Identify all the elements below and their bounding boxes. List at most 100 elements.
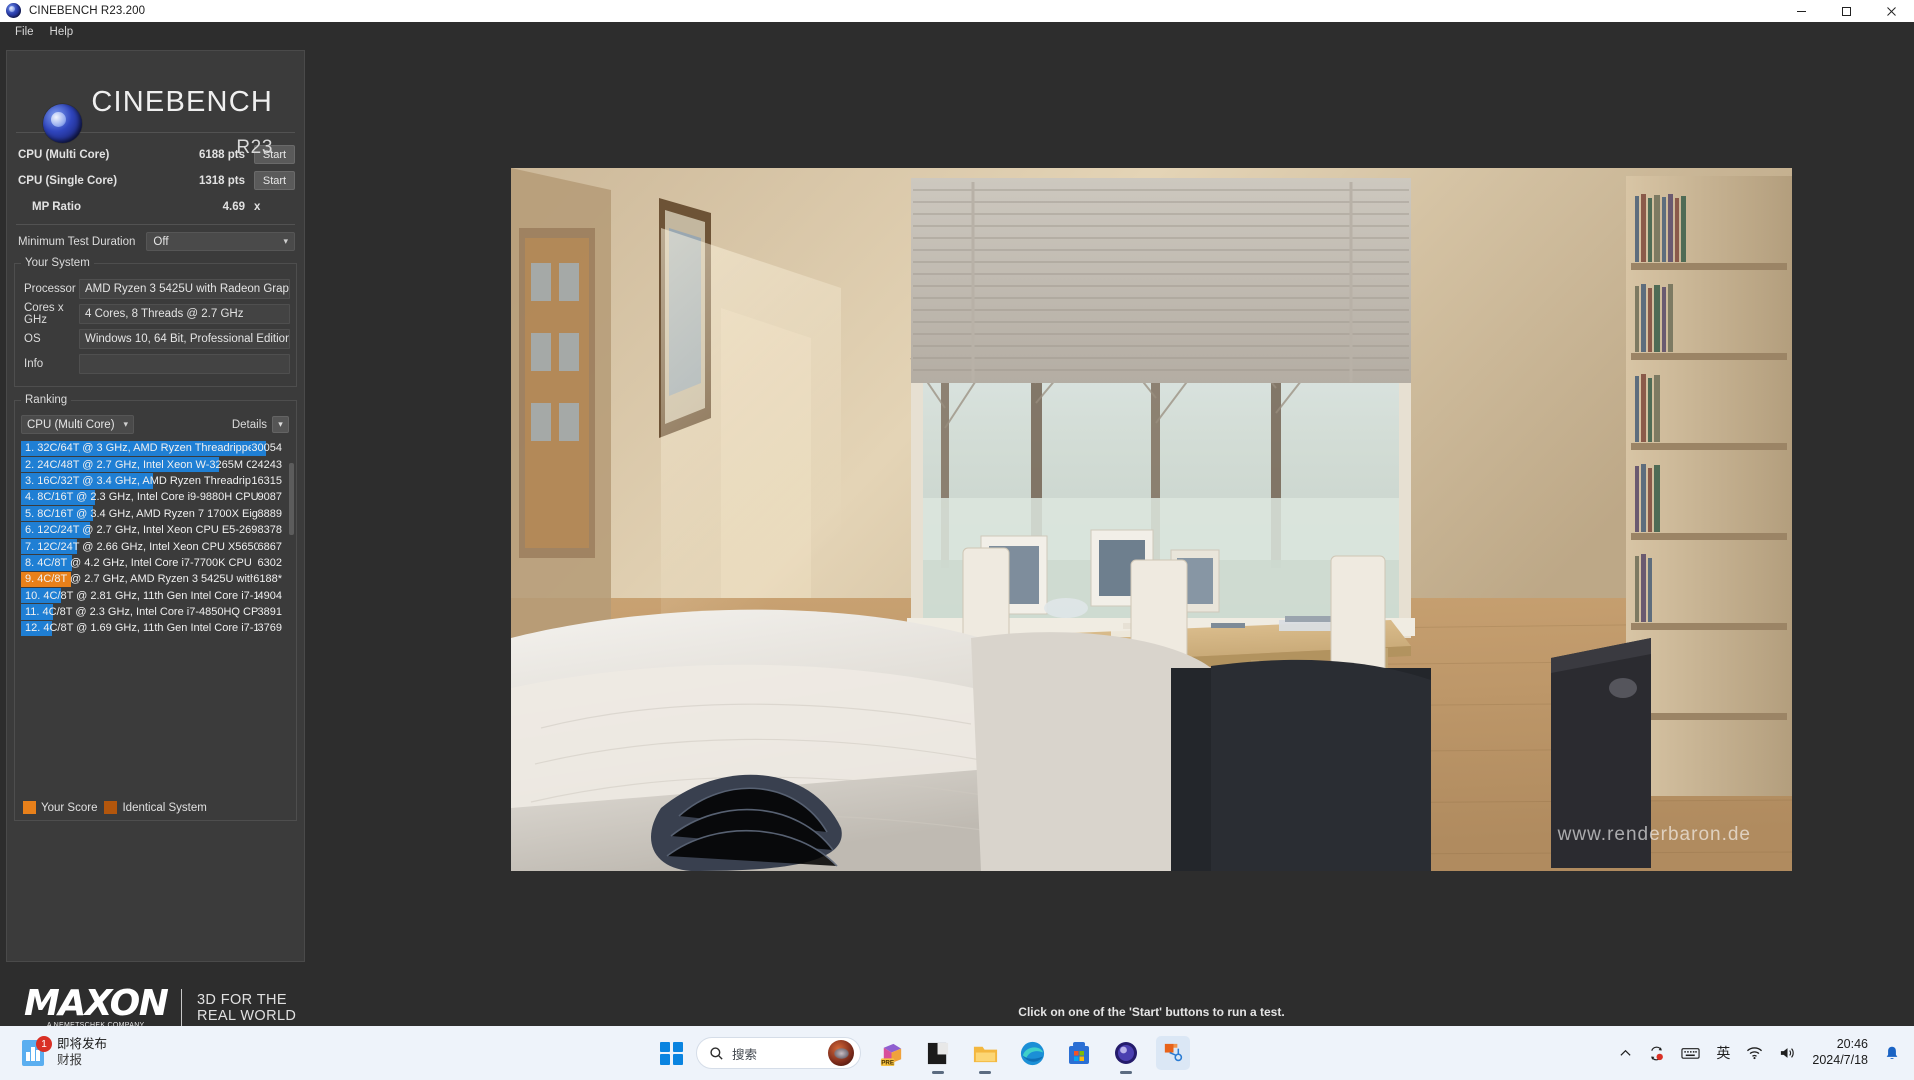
ranking-row-score: 6867	[257, 540, 282, 553]
tray-overflow-icon[interactable]	[1619, 1047, 1632, 1060]
ranking-row-label: 12. 4C/8T @ 1.69 GHz, 11th Gen Intel Cor…	[25, 622, 258, 635]
details-label: Details	[231, 418, 267, 431]
cinebench-app-icon	[6, 3, 22, 19]
ranking-row[interactable]: 3. 16C/32T @ 3.4 GHz, AMD Ryzen Threadri…	[21, 473, 290, 489]
taskbar-app-cinema4d[interactable]	[1109, 1036, 1143, 1074]
ranking-row[interactable]: 11. 4C/8T @ 2.3 GHz, Intel Core i7-4850H…	[21, 604, 290, 620]
ranking-row[interactable]: 9. 4C/8T @ 2.7 GHz, AMD Ryzen 3 5425U wi…	[21, 571, 290, 588]
app-running-indicator	[979, 1071, 991, 1074]
taskbar-app-edge[interactable]	[1015, 1036, 1049, 1070]
ranking-row[interactable]: 10. 4C/8T @ 2.81 GHz, 11th Gen Intel Cor…	[21, 588, 290, 604]
taskbar-app-microsoft-store[interactable]	[1062, 1036, 1096, 1070]
ranking-title: Ranking	[21, 394, 72, 406]
details-expand-button[interactable]: ▾	[272, 416, 289, 433]
notification-badge: 1	[36, 1036, 52, 1052]
news-app-icon: 1	[18, 1036, 52, 1068]
wifi-icon[interactable]	[1746, 1046, 1763, 1060]
cinebench-window: CINEBENCH R23.200 File Help CINEBENCH R2…	[0, 0, 1914, 1080]
clock-date: 2024/7/18	[1812, 1053, 1868, 1067]
cinebench-icon	[1164, 1043, 1182, 1061]
your-system-title: Your System	[21, 257, 94, 269]
ranking-row-label: 7. 12C/24T @ 2.66 GHz, Intel Xeon CPU X5…	[25, 540, 258, 553]
search-input[interactable]: 搜索	[696, 1037, 861, 1069]
start-single-core-button[interactable]: Start	[254, 171, 295, 190]
file-explorer-icon	[973, 1046, 997, 1062]
your-score-text: Your Score	[41, 801, 98, 814]
legend-identical-system: Identical System	[104, 801, 207, 814]
clock[interactable]: 20:46 2024/7/18	[1812, 1037, 1868, 1068]
volume-icon[interactable]	[1779, 1046, 1796, 1060]
brand-divider	[181, 989, 182, 1027]
notification-text: 即将发布 财报	[57, 1037, 107, 1068]
ranking-row-score: 3891	[257, 606, 282, 619]
ime-language-indicator[interactable]: 英	[1716, 1043, 1730, 1063]
ranking-row[interactable]: 12. 4C/8T @ 1.69 GHz, 11th Gen Intel Cor…	[21, 620, 290, 637]
maximize-button[interactable]	[1824, 0, 1869, 22]
ranking-mode-select[interactable]: CPU (Multi Core) ▾	[21, 415, 134, 434]
taskbar-app-dark-tile[interactable]	[921, 1036, 955, 1074]
start-button[interactable]	[660, 1041, 683, 1065]
render-viewport[interactable]: www.renderbaron.de	[511, 168, 1792, 871]
minimum-test-duration-select[interactable]: Off ▾	[146, 232, 295, 251]
system-field-cores: Cores x GHz 4 Cores, 8 Threads @ 2.7 GHz	[19, 302, 292, 326]
ranking-row[interactable]: 2. 24C/48T @ 2.7 GHz, Intel Xeon W-3265M…	[21, 456, 290, 473]
menu-help[interactable]: Help	[42, 24, 82, 40]
mp-ratio-value: 4.69	[222, 200, 245, 213]
menu-file[interactable]: File	[7, 24, 42, 40]
ranking-row-score: 4904	[257, 589, 282, 602]
score-row-ratio: MP Ratio 4.69 x	[7, 194, 304, 219]
microsoft-store-icon	[1069, 1042, 1089, 1064]
mp-ratio-label: MP Ratio	[32, 200, 81, 213]
ranking-row[interactable]: 5. 8C/16T @ 3.4 GHz, AMD Ryzen 7 1700X E…	[21, 506, 290, 522]
ranking-row[interactable]: 1. 32C/64T @ 3 GHz, AMD Ryzen Threadripp…	[21, 440, 290, 456]
system-field-processor: Processor AMD Ryzen 3 5425U with Radeon …	[19, 278, 292, 300]
identical-system-text: Identical System	[122, 801, 207, 814]
minimize-button[interactable]	[1779, 0, 1824, 22]
ranking-row[interactable]: 8. 4C/8T @ 4.2 GHz, Intel Core i7-7700K …	[21, 555, 290, 571]
identical-system-swatch	[104, 801, 118, 814]
processor-value[interactable]: AMD Ryzen 3 5425U with Radeon Graphics	[79, 279, 290, 299]
search-placeholder: 搜索	[732, 1047, 758, 1062]
ranking-row-label: 1. 32C/64T @ 3 GHz, AMD Ryzen Threadripp…	[25, 442, 252, 455]
mp-ratio-unit: x	[254, 200, 261, 213]
windows-taskbar: 1 即将发布 财报 搜索 PRE 英 20:46 2024/7/18	[0, 1026, 1914, 1080]
keyboard-icon[interactable]	[1681, 1046, 1701, 1060]
cores-value[interactable]: 4 Cores, 8 Threads @ 2.7 GHz	[79, 304, 290, 324]
your-score-swatch	[23, 801, 36, 814]
single-core-label: CPU (Single Core)	[18, 174, 118, 187]
ranking-row-label: 5. 8C/16T @ 3.4 GHz, AMD Ryzen 7 1700X E…	[25, 507, 258, 520]
multi-core-label: CPU (Multi Core)	[18, 148, 110, 161]
system-field-info: Info	[19, 353, 292, 375]
os-label: OS	[24, 333, 41, 345]
rendered-scene-image: www.renderbaron.de	[511, 168, 1792, 871]
cores-label: Cores x GHz	[24, 302, 64, 326]
ranking-row[interactable]: 7. 12C/24T @ 2.66 GHz, Intel Xeon CPU X5…	[21, 538, 290, 555]
ranking-row[interactable]: 6. 12C/24T @ 2.7 GHz, Intel Xeon CPU E5-…	[21, 522, 290, 538]
ranking-row-score: 6188*	[253, 573, 282, 586]
ranking-list[interactable]: 1. 32C/64T @ 3 GHz, AMD Ryzen Threadripp…	[15, 440, 296, 812]
system-field-os: OS Windows 10, 64 Bit, Professional Edit…	[19, 328, 292, 350]
maxon-wordmark: MAXON	[24, 983, 169, 1025]
ranking-row-score: 30054	[251, 442, 282, 455]
cinebench-wordmark: CINEBENCH	[91, 86, 273, 118]
ranking-row-score: 6302	[257, 556, 282, 569]
notification-bell-icon[interactable]	[1884, 1045, 1900, 1061]
close-button[interactable]	[1869, 0, 1914, 22]
taskbar-app-file-explorer[interactable]	[968, 1036, 1002, 1074]
taskbar-app-cinebench[interactable]	[1156, 1036, 1190, 1070]
maxon-tagline: 3D FOR THE REAL WORLD	[196, 992, 297, 1024]
cinebench-logo: CINEBENCH R23	[7, 51, 304, 158]
clock-time: 20:46	[1836, 1037, 1868, 1052]
chevron-down-icon: ▾	[123, 419, 128, 429]
menu-bar: File Help	[0, 22, 1914, 42]
info-value[interactable]	[79, 354, 290, 374]
app-running-indicator	[932, 1071, 944, 1074]
taskbar-notification[interactable]: 1 即将发布 财报	[0, 1036, 660, 1068]
ranking-row-label: 10. 4C/8T @ 2.81 GHz, 11th Gen Intel Cor…	[25, 589, 258, 602]
os-value[interactable]: Windows 10, 64 Bit, Professional Edition…	[79, 329, 290, 349]
taskbar-app-copilot-pre[interactable]: PRE	[874, 1036, 908, 1070]
ranking-row[interactable]: 4. 8C/16T @ 2.3 GHz, Intel Core i9-9880H…	[21, 489, 290, 506]
sync-icon[interactable]	[1648, 1045, 1665, 1062]
minimum-test-duration-row: Minimum Test Duration Off ▾	[7, 225, 304, 259]
taskbar-center: 搜索 PRE	[660, 1036, 1190, 1074]
